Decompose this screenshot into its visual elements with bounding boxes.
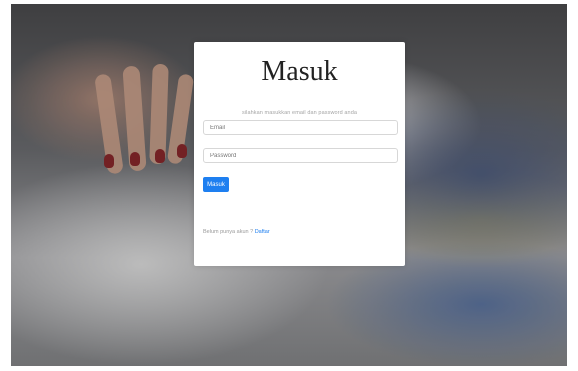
login-button[interactable]: Masuk xyxy=(203,177,229,192)
signup-prompt-text: Belum punya akun ? xyxy=(203,229,254,235)
password-field[interactable] xyxy=(203,148,398,163)
signup-link[interactable]: Daftar xyxy=(255,229,270,235)
signup-prompt: Belum punya akun ? Daftar xyxy=(203,229,270,235)
email-field[interactable] xyxy=(203,120,398,135)
login-instructions: silahkan masukkan email dan password and… xyxy=(241,110,358,116)
login-card: Masuk silahkan masukkan email dan passwo… xyxy=(194,42,405,266)
page-title: Masuk xyxy=(261,56,338,87)
